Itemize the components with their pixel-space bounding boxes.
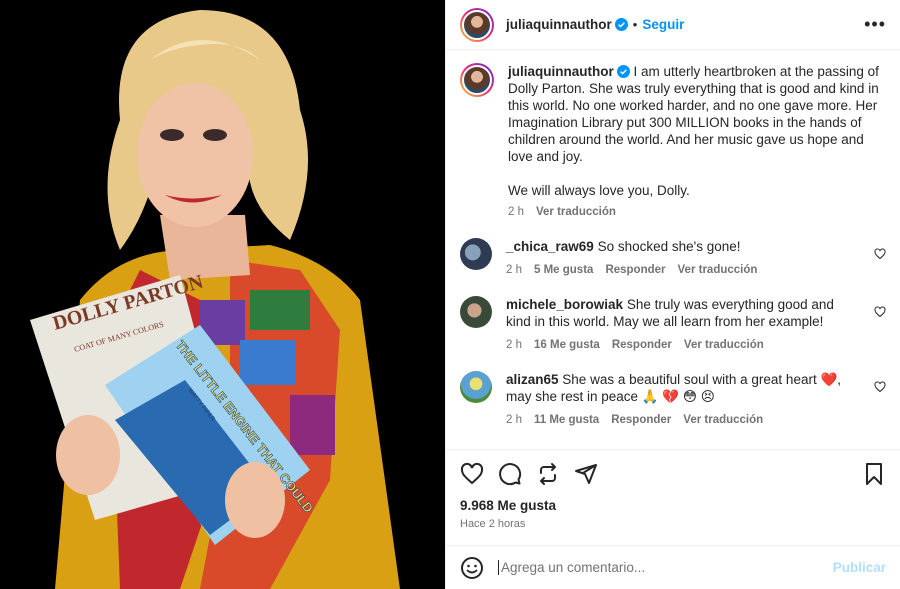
comment-item: alizan65 She was a beautiful soul with a… [460,371,886,426]
caption-text: I am utterly heartbroken at the passing … [508,64,879,164]
comment-composer: Publicar [446,545,900,589]
publish-button[interactable]: Publicar [833,560,886,575]
comment-time: 2 h [506,264,522,276]
see-translation-button[interactable]: Ver traducción [684,339,764,351]
commenter-avatar[interactable] [460,238,492,270]
reply-button[interactable]: Responder [605,264,665,276]
reply-button[interactable]: Responder [612,339,672,351]
comments-list[interactable]: juliaquinnauthor I am utterly heartbroke… [446,51,900,449]
post-actions: 9.968 Me gusta Hace 2 horas [446,449,900,544]
comment-like-icon[interactable] [874,248,886,260]
comment-time: 2 h [506,414,522,426]
comment-like-icon[interactable] [874,306,886,318]
comment-item: michele_borowiak She truly was everythin… [460,296,886,351]
comment-icon[interactable] [498,462,522,486]
comment-likes[interactable]: 11 Me gusta [534,414,599,426]
see-translation-button[interactable]: Ver traducción [678,264,758,276]
separator-dot: • [632,17,638,32]
comment-username[interactable]: _chica_raw69 [506,239,594,254]
author-avatar[interactable] [460,7,494,42]
verified-badge-icon [614,18,628,31]
post-time: Hace 2 horas [460,518,526,530]
repost-icon[interactable] [536,462,560,486]
more-icon[interactable]: ••• [864,14,886,35]
comment-likes[interactable]: 16 Me gusta [534,339,600,351]
comment-text: So shocked she's gone! [597,239,741,254]
dolly-photo-illustration: DOLLY PARTON COAT OF MANY COLORS THE LIT… [0,0,445,589]
comment-input[interactable] [498,560,833,575]
likes-count[interactable]: 9.968 Me gusta [460,498,886,513]
emoji-icon[interactable] [460,556,484,580]
reply-button[interactable]: Responder [611,414,671,426]
caption-text-2: We will always love you, Dolly. [508,183,690,198]
comment-item: _chica_raw69 So shocked she's gone! 2 h … [460,238,886,276]
comment-time: 2 h [506,339,522,351]
heart-icon[interactable] [460,462,484,486]
comment-username[interactable]: michele_borowiak [506,297,623,312]
post-header: juliaquinnauthor • Seguir ••• [446,0,900,50]
author-username[interactable]: juliaquinnauthor [506,17,612,32]
comment-likes[interactable]: 5 Me gusta [534,264,593,276]
see-translation-button[interactable]: Ver traducción [683,414,763,426]
post-details-panel: juliaquinnauthor • Seguir ••• juliaquinn… [445,0,900,589]
comment-like-icon[interactable] [874,381,886,393]
bookmark-icon[interactable] [862,462,886,486]
post-photo[interactable]: DOLLY PARTON COAT OF MANY COLORS THE LIT… [0,0,445,589]
follow-button[interactable]: Seguir [642,17,684,32]
caption: juliaquinnauthor I am utterly heartbroke… [460,63,886,218]
verified-badge-icon [616,65,630,78]
caption-avatar[interactable] [460,63,494,97]
caption-see-translation[interactable]: Ver traducción [536,206,616,218]
send-icon[interactable] [574,462,598,486]
caption-time: 2 h [508,206,524,218]
commenter-avatar[interactable] [460,296,492,328]
commenter-avatar[interactable] [460,371,492,403]
caption-username[interactable]: juliaquinnauthor [508,64,614,79]
comment-username[interactable]: alizan65 [506,372,559,387]
